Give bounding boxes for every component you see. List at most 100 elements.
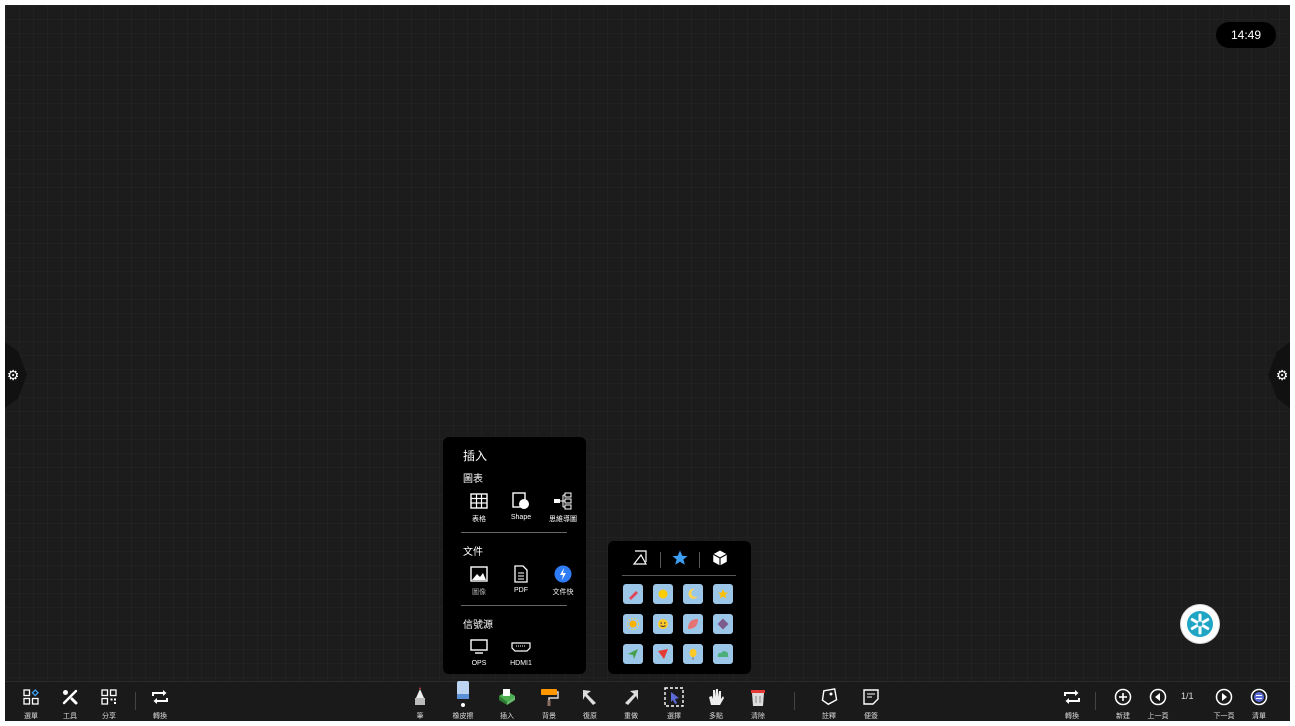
source-ops-button[interactable]: OPS: [463, 637, 495, 667]
menu-button[interactable]: 選單: [14, 685, 48, 721]
insert-button[interactable]: 插入: [490, 685, 524, 721]
chart-section-items: 表格 Shape 思維導圖: [463, 491, 586, 524]
balloon-icon[interactable]: [683, 644, 703, 664]
sticky-note-button[interactable]: 便簽: [854, 685, 888, 721]
share-button[interactable]: 分享: [92, 685, 126, 721]
redo-icon: [622, 685, 640, 709]
annotate-icon: [820, 685, 838, 709]
shape-icon: [511, 491, 531, 511]
prev-page-button[interactable]: 上一頁: [1141, 685, 1175, 721]
pencil-icon[interactable]: [623, 584, 643, 604]
insert-icon: [497, 685, 517, 709]
insert-shape-button[interactable]: Shape: [505, 491, 537, 524]
qr-code-icon: [101, 685, 117, 709]
insert-label: 插入: [500, 713, 514, 720]
pen-icon: [412, 685, 428, 709]
monitor-icon: [469, 637, 489, 657]
tab-separator: [659, 552, 661, 568]
pen-button[interactable]: 筆: [403, 685, 437, 721]
background-label: 背景: [542, 713, 556, 720]
insert-image-button[interactable]: 圖像: [463, 564, 495, 597]
arrow-icon[interactable]: [653, 644, 673, 664]
menu-grid-icon: [23, 685, 39, 709]
clear-button[interactable]: 清除: [741, 685, 775, 721]
annotate-label: 註釋: [822, 713, 836, 720]
list-label: 清單: [1252, 713, 1266, 720]
smile-icon[interactable]: [653, 614, 673, 634]
undo-icon: [581, 685, 599, 709]
shape-panel-tabs: [626, 549, 734, 571]
insert-pdf-button[interactable]: PDF: [505, 564, 537, 597]
swap-icon: [151, 685, 169, 709]
tools-label: 工具: [63, 713, 77, 720]
sticky-note-icon: [862, 685, 880, 709]
insert-file-transfer-button[interactable]: 文件快: [547, 564, 579, 597]
moon-icon[interactable]: [683, 584, 703, 604]
mindmap-label: 思維導圖: [549, 516, 577, 523]
asterisk-icon: [1187, 611, 1213, 637]
undo-label: 復原: [583, 713, 597, 720]
cloud-icon[interactable]: [713, 644, 733, 664]
eraser-label: 橡皮擦: [452, 713, 474, 720]
select-button[interactable]: 選擇: [657, 685, 691, 721]
undo-button[interactable]: 復原: [573, 685, 607, 721]
background-button[interactable]: 背景: [532, 685, 566, 721]
left-settings-tab[interactable]: ⚙: [5, 342, 27, 408]
file-transfer-icon: [553, 564, 573, 584]
multi-touch-button[interactable]: 多點: [699, 685, 733, 721]
toolbar-separator: [794, 692, 795, 710]
eraser-icon: [454, 679, 472, 709]
right-settings-tab[interactable]: ⚙: [1268, 342, 1290, 408]
pdf-label: PDF: [514, 587, 528, 594]
eraser-button[interactable]: 橡皮擦: [446, 681, 480, 721]
whiteboard-canvas[interactable]: 14:49 ⚙ ⚙ 插入 圖表 表格 Shape 思維導圖 文件 圖像 PDF …: [5, 5, 1290, 721]
leaf-icon[interactable]: [683, 614, 703, 634]
sun-icon[interactable]: [653, 584, 673, 604]
star-icon[interactable]: [671, 549, 689, 572]
hdmi-icon: [511, 637, 531, 657]
multi-touch-label: 多點: [709, 713, 723, 720]
source-section-items: OPS HDMI1: [463, 637, 586, 667]
paper-plane-icon[interactable]: [623, 644, 643, 664]
tab-separator: [699, 552, 701, 568]
redo-button[interactable]: 重做: [614, 685, 648, 721]
file-section-title: 文件: [463, 547, 483, 558]
multi-touch-icon: [706, 685, 726, 709]
pen-label: 筆: [416, 713, 424, 720]
shape-panel: [608, 541, 751, 674]
sunny-icon[interactable]: [623, 614, 643, 634]
mindmap-icon: [553, 491, 573, 511]
next-page-button[interactable]: 下一頁: [1207, 685, 1241, 721]
swap-icon: [1063, 685, 1081, 709]
bottom-toolbar: 選單 工具 分享 轉換 筆 橡皮擦 插入 背景 復原 重做 選擇 多點 清除 註…: [5, 681, 1290, 721]
2d-shape-icon[interactable]: [631, 549, 649, 572]
table-icon: [469, 491, 489, 511]
tools-icon: [61, 685, 79, 709]
share-label: 分享: [102, 713, 116, 720]
image-label: 圖像: [472, 589, 486, 596]
sticker-grid: [623, 584, 733, 664]
switch-button-right[interactable]: 轉換: [1055, 685, 1089, 721]
annotate-button[interactable]: 註釋: [812, 685, 846, 721]
switch-button[interactable]: 轉換: [143, 685, 177, 721]
add-page-icon: [1114, 685, 1132, 709]
file-transfer-label: 文件快: [552, 589, 574, 596]
chart-section-title: 圖表: [463, 474, 483, 485]
section-divider: [461, 605, 567, 606]
source-hdmi1-button[interactable]: HDMI1: [505, 637, 537, 667]
select-label: 選擇: [667, 713, 681, 720]
diamond-icon[interactable]: [713, 614, 733, 634]
new-page-button[interactable]: 新建: [1106, 685, 1140, 721]
ops-label: OPS: [471, 660, 487, 667]
tools-button[interactable]: 工具: [53, 685, 87, 721]
insert-table-button[interactable]: 表格: [463, 491, 495, 524]
next-page-label: 下一頁: [1213, 713, 1235, 720]
insert-panel-title: 插入: [463, 449, 488, 463]
gear-icon: ⚙: [1275, 367, 1289, 383]
list-button[interactable]: 清單: [1242, 685, 1276, 721]
cube-icon[interactable]: [711, 549, 729, 572]
prev-page-label: 上一頁: [1147, 713, 1169, 720]
insert-mindmap-button[interactable]: 思維導圖: [547, 491, 579, 524]
star-icon[interactable]: [713, 584, 733, 604]
floating-menu-button[interactable]: [1181, 605, 1219, 643]
